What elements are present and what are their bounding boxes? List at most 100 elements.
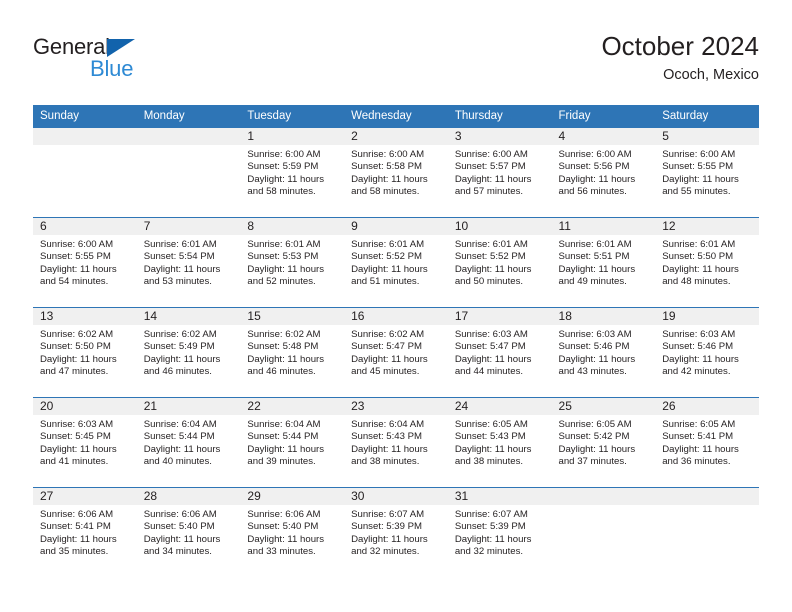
daylight-duration-line2: and 52 minutes. (247, 276, 316, 288)
day-number: 1 (240, 128, 345, 145)
day-details: Sunrise: 6:02 AM Sunset: 5:49 PM Daylight:… (137, 325, 241, 378)
day-cell[interactable]: 23 Sunrise: 6:04 AM Sunset: 5:43 PM Dayligh… (344, 397, 448, 488)
sunrise-time: Sunrise: 6:00 AM (454, 149, 528, 160)
day-cell[interactable]: 5 Sunrise: 6:00 AM Sunset: 5:55 PM Daylight… (655, 128, 759, 218)
daylight-duration-line1: Daylight: 11 hours (351, 263, 428, 275)
weekday-header-wednesday: Wednesday (344, 105, 448, 128)
day-number: 21 (136, 398, 241, 415)
daylight-duration-line2: and 46 minutes. (247, 366, 316, 378)
sunrise-time: Sunrise: 6:02 AM (40, 329, 114, 340)
day-cell[interactable]: 1 Sunrise: 6:00 AM Sunset: 5:59 PM Daylight… (240, 128, 345, 218)
day-cell[interactable]: 2 Sunrise: 6:00 AM Sunset: 5:58 PM Daylight… (344, 128, 448, 218)
calendar-week-row: 6 Sunrise: 6:00 AM Sunset: 5:55 PM Daylight… (33, 217, 759, 308)
day-number: 8 (240, 218, 345, 235)
weekday-header-saturday: Saturday (655, 105, 759, 128)
general-blue-logo[interactable]: General Blue (33, 34, 243, 94)
daylight-duration-line1: Daylight: 11 hours (351, 533, 428, 545)
day-cell-empty (136, 128, 241, 218)
day-cell[interactable]: 22 Sunrise: 6:04 AM Sunset: 5:44 PM Dayligh… (240, 397, 345, 488)
calendar-page: General Blue October 2024 Ococh, Mexico … (0, 0, 792, 612)
day-number: 28 (136, 488, 241, 505)
day-cell[interactable]: 27 Sunrise: 6:06 AM Sunset: 5:41 PM Dayligh… (33, 487, 137, 577)
day-cell[interactable]: 30 Sunrise: 6:07 AM Sunset: 5:39 PM Dayligh… (344, 487, 448, 577)
sunrise-time: Sunrise: 6:01 AM (558, 239, 632, 250)
sunrise-time: Sunrise: 6:06 AM (247, 509, 321, 520)
sunrise-time: Sunrise: 6:07 AM (351, 509, 425, 520)
day-cell[interactable]: 10 Sunrise: 6:01 AM Sunset: 5:52 PM Dayligh… (447, 217, 552, 308)
calendar-week-row: 27 Sunrise: 6:06 AM Sunset: 5:41 PM Dayligh… (33, 487, 759, 577)
day-cell[interactable]: 8 Sunrise: 6:01 AM Sunset: 5:53 PM Daylight… (240, 217, 345, 308)
daylight-duration-line1: Daylight: 11 hours (662, 263, 739, 275)
day-cell[interactable]: 21 Sunrise: 6:04 AM Sunset: 5:44 PM Dayligh… (136, 397, 241, 488)
day-cell[interactable]: 13 Sunrise: 6:02 AM Sunset: 5:50 PM Dayligh… (33, 307, 137, 398)
day-number (33, 128, 137, 145)
daylight-duration-line2: and 34 minutes. (143, 546, 212, 558)
day-number: 2 (344, 128, 448, 145)
day-details: Sunrise: 6:05 AM Sunset: 5:42 PM Daylight:… (552, 415, 656, 468)
daylight-duration-line2: and 55 minutes. (662, 186, 731, 198)
sunrise-time: Sunrise: 6:02 AM (247, 329, 321, 340)
sunset-time: Sunset: 5:44 PM (143, 431, 215, 443)
day-number: 20 (33, 398, 137, 415)
day-cell[interactable]: 25 Sunrise: 6:05 AM Sunset: 5:42 PM Dayligh… (551, 397, 656, 488)
day-number: 24 (447, 398, 552, 415)
sunset-time: Sunset: 5:41 PM (662, 431, 734, 443)
daylight-duration-line1: Daylight: 11 hours (143, 263, 221, 275)
sunrise-time: Sunrise: 6:01 AM (662, 239, 736, 250)
daylight-duration-line2: and 38 minutes. (351, 456, 420, 468)
day-cell[interactable]: 15 Sunrise: 6:02 AM Sunset: 5:48 PM Dayligh… (240, 307, 345, 398)
sunset-time: Sunset: 5:44 PM (247, 431, 319, 443)
day-details: Sunrise: 6:03 AM Sunset: 5:45 PM Daylight:… (33, 415, 137, 468)
weekday-header-thursday: Thursday (447, 105, 552, 128)
daylight-duration-line2: and 49 minutes. (558, 276, 627, 288)
daylight-duration-line2: and 32 minutes. (454, 546, 524, 558)
day-cell[interactable]: 29 Sunrise: 6:06 AM Sunset: 5:40 PM Dayligh… (240, 487, 345, 577)
day-cell[interactable]: 6 Sunrise: 6:00 AM Sunset: 5:55 PM Daylight… (33, 217, 137, 308)
day-number: 3 (447, 128, 552, 145)
day-cell[interactable]: 12 Sunrise: 6:01 AM Sunset: 5:50 PM Dayligh… (655, 217, 759, 308)
day-number: 6 (33, 218, 137, 235)
sunrise-time: Sunrise: 6:03 AM (40, 419, 114, 430)
day-cell[interactable]: 4 Sunrise: 6:00 AM Sunset: 5:56 PM Daylight… (551, 128, 656, 218)
sunset-time: Sunset: 5:39 PM (454, 521, 526, 533)
day-cell[interactable]: 18 Sunrise: 6:03 AM Sunset: 5:46 PM Dayligh… (551, 307, 656, 398)
daylight-duration-line1: Daylight: 11 hours (247, 353, 325, 365)
day-cell[interactable]: 11 Sunrise: 6:01 AM Sunset: 5:51 PM Dayligh… (551, 217, 656, 308)
day-cell[interactable]: 7 Sunrise: 6:01 AM Sunset: 5:54 PM Daylight… (136, 217, 241, 308)
daylight-duration-line2: and 54 minutes. (40, 276, 109, 288)
sunrise-time: Sunrise: 6:00 AM (351, 149, 425, 160)
day-details: Sunrise: 6:01 AM Sunset: 5:52 PM Daylight:… (344, 235, 448, 288)
day-details: Sunrise: 6:02 AM Sunset: 5:48 PM Daylight:… (240, 325, 344, 378)
day-details: Sunrise: 6:01 AM Sunset: 5:50 PM Daylight:… (655, 235, 759, 288)
day-cell[interactable]: 14 Sunrise: 6:02 AM Sunset: 5:49 PM Dayligh… (136, 307, 241, 398)
sunset-time: Sunset: 5:58 PM (351, 161, 423, 173)
day-cell[interactable]: 28 Sunrise: 6:06 AM Sunset: 5:40 PM Dayligh… (136, 487, 241, 577)
day-cell[interactable]: 3 Sunrise: 6:00 AM Sunset: 5:57 PM Daylight… (447, 128, 552, 218)
sunset-time: Sunset: 5:50 PM (40, 341, 111, 353)
daylight-duration-line1: Daylight: 11 hours (558, 443, 636, 455)
day-number: 13 (33, 308, 137, 325)
day-cell[interactable]: 31 Sunrise: 6:07 AM Sunset: 5:39 PM Dayligh… (447, 487, 552, 577)
sunrise-time: Sunrise: 6:04 AM (351, 419, 425, 430)
day-cell-empty (33, 128, 137, 218)
day-cell[interactable]: 16 Sunrise: 6:02 AM Sunset: 5:47 PM Dayligh… (344, 307, 448, 398)
day-cell[interactable]: 26 Sunrise: 6:05 AM Sunset: 5:41 PM Dayligh… (655, 397, 759, 488)
day-cell[interactable]: 9 Sunrise: 6:01 AM Sunset: 5:52 PM Daylight… (344, 217, 448, 308)
day-cell[interactable]: 24 Sunrise: 6:05 AM Sunset: 5:43 PM Dayligh… (447, 397, 552, 488)
daylight-duration-line2: and 50 minutes. (454, 276, 524, 288)
daylight-duration-line2: and 58 minutes. (351, 186, 420, 198)
day-details: Sunrise: 6:00 AM Sunset: 5:57 PM Daylight:… (448, 145, 552, 198)
daylight-duration-line2: and 56 minutes. (558, 186, 627, 198)
daylight-duration-line1: Daylight: 11 hours (558, 263, 636, 275)
daylight-duration-line1: Daylight: 11 hours (247, 533, 325, 545)
day-number: 15 (240, 308, 345, 325)
sunset-time: Sunset: 5:52 PM (351, 251, 423, 263)
daylight-duration-line1: Daylight: 11 hours (662, 353, 739, 365)
day-cell[interactable]: 20 Sunrise: 6:03 AM Sunset: 5:45 PM Dayligh… (33, 397, 137, 488)
day-cell[interactable]: 17 Sunrise: 6:03 AM Sunset: 5:47 PM Dayligh… (447, 307, 552, 398)
daylight-duration-line1: Daylight: 11 hours (454, 173, 532, 185)
daylight-duration-line2: and 39 minutes. (247, 456, 316, 468)
day-number: 11 (551, 218, 656, 235)
day-number: 22 (240, 398, 345, 415)
day-cell[interactable]: 19 Sunrise: 6:03 AM Sunset: 5:46 PM Dayligh… (655, 307, 759, 398)
